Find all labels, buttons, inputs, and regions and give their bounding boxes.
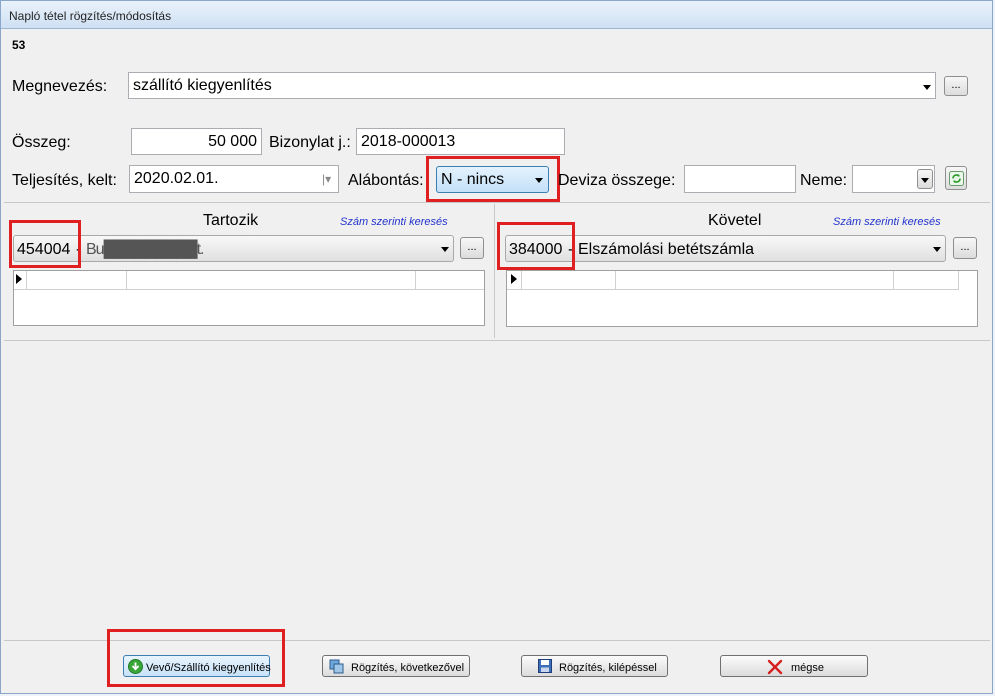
record-number: 53 [12, 38, 26, 52]
highlight-credit-code [497, 222, 575, 270]
date-label: Teljesítés, kelt: [12, 172, 117, 189]
credit-grid[interactable] [506, 270, 978, 327]
cancel-button[interactable]: mégse [720, 655, 868, 677]
currency-type-combobox[interactable] [852, 165, 935, 193]
currency-amount-input[interactable] [684, 165, 796, 193]
currency-type-dropdown-button[interactable] [917, 169, 933, 189]
name-value: szállító kiegyenlítés [133, 77, 272, 94]
save-next-button-label: Rögzítés, következővel [351, 662, 465, 674]
credit-title: Követel [708, 212, 762, 229]
save-exit-button-label: Rögzítés, kilépéssel [559, 662, 657, 674]
debit-browse-button[interactable]: ... [460, 237, 484, 259]
floppy-disk-icon [538, 659, 552, 673]
credit-account-name: Elszámolási betétszámla [578, 241, 755, 258]
title-bar[interactable]: Napló tétel rögzítés/módosítás [1, 1, 992, 29]
row-pointer-icon [511, 274, 517, 284]
date-picker-arrow-icon[interactable]: |▾ [322, 166, 331, 192]
highlight-debit-code [9, 220, 81, 268]
debit-search-link[interactable]: Szám szerinti keresés [340, 216, 448, 228]
window-title: Napló tétel rögzítés/módosítás [9, 9, 172, 23]
currency-type-label: Neme: [800, 172, 848, 189]
debit-dropdown-arrow-icon[interactable] [441, 247, 449, 252]
save-next-icon [329, 659, 344, 674]
currency-type-arrow-icon [921, 178, 929, 183]
name-combobox[interactable]: szállító kiegyenlítés [128, 72, 936, 99]
highlight-settle-button [107, 629, 285, 687]
debit-account-name: Bu█████████t. [86, 241, 204, 258]
debit-grid[interactable] [13, 270, 485, 326]
amount-input[interactable]: 50 000 [131, 128, 262, 155]
debit-title: Tartozik [203, 212, 259, 229]
close-x-icon [767, 659, 783, 675]
voucher-label: Bizonylat j.: [269, 134, 351, 151]
credit-search-link[interactable]: Szám szerinti keresés [833, 216, 941, 228]
section-divider-vertical [494, 204, 495, 338]
split-label: Alábontás: [348, 172, 424, 189]
date-value: 2020.02.01. [134, 170, 219, 187]
row-pointer-icon [16, 274, 22, 284]
section-divider-top [4, 202, 990, 203]
credit-browse-button[interactable]: ... [953, 237, 977, 259]
name-dropdown-arrow-icon[interactable] [923, 85, 931, 90]
currency-amount-label: Deviza összege: [558, 172, 676, 189]
save-exit-button[interactable]: Rögzítés, kilépéssel [521, 655, 668, 677]
refresh-icon [949, 171, 964, 186]
credit-dropdown-arrow-icon[interactable] [933, 247, 941, 252]
voucher-input[interactable]: 2018-000013 [356, 128, 565, 155]
debit-grid-row[interactable] [14, 271, 484, 290]
date-input[interactable]: 2020.02.01. |▾ [129, 165, 339, 193]
credit-grid-row[interactable] [507, 271, 959, 290]
cancel-button-label: mégse [791, 662, 825, 674]
save-next-button[interactable]: Rögzítés, következővel [322, 655, 470, 677]
refresh-button[interactable] [945, 166, 967, 190]
name-label: Megnevezés: [12, 78, 108, 95]
dialog-window [0, 0, 993, 694]
section-divider-bottom [4, 340, 990, 341]
name-browse-button[interactable]: ... [944, 76, 968, 96]
highlight-split [426, 156, 560, 202]
amount-label: Összeg: [12, 134, 71, 151]
